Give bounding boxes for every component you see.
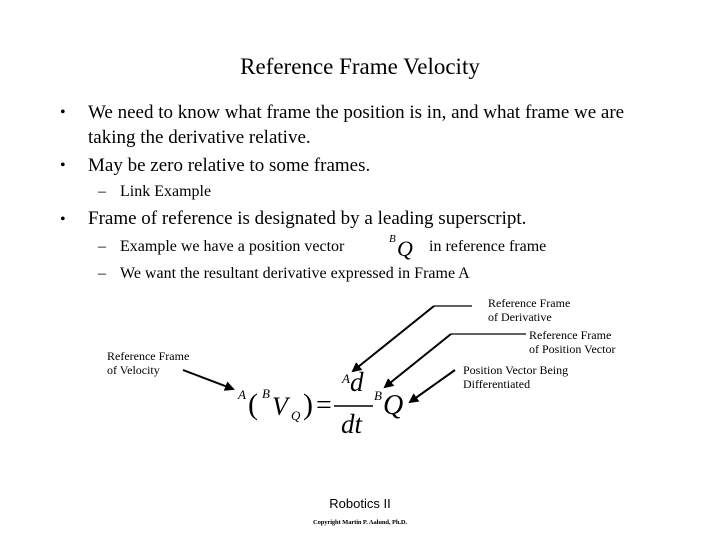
arrow-velocity-frame	[182, 369, 235, 391]
footer-course: Robotics II	[329, 496, 391, 511]
arrow-derivative	[351, 305, 435, 373]
arrow-position-vector	[408, 369, 456, 404]
annotation-arrows	[182, 305, 526, 407]
footer-copyright: Copyright Martin P. Aalund, Ph.D.	[313, 519, 407, 526]
